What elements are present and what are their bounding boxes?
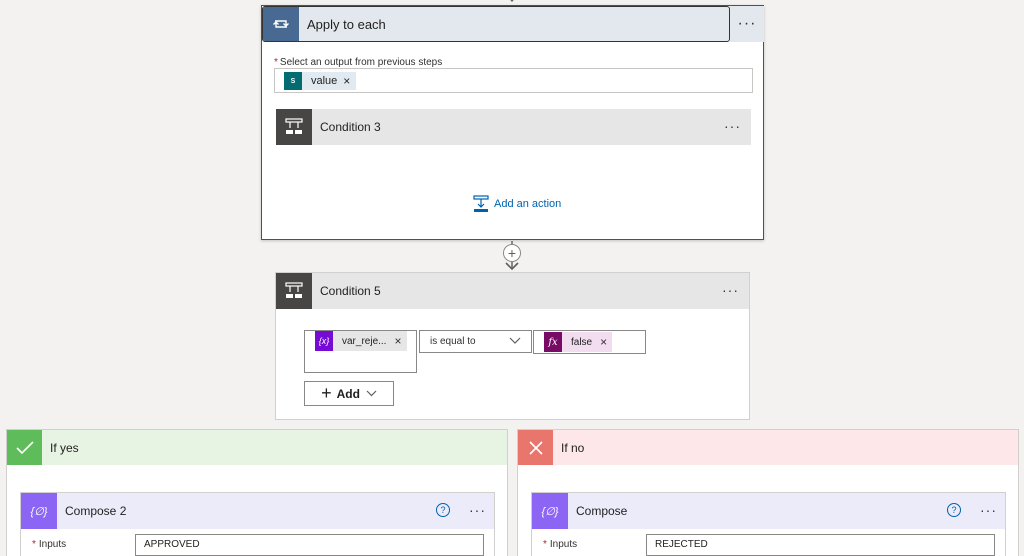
close-icon — [518, 430, 553, 465]
if-yes-title: If yes — [50, 440, 79, 455]
condition-left-operand[interactable]: {x} var_reje... × — [304, 330, 417, 373]
add-an-action-button[interactable]: Add an action — [473, 195, 561, 213]
condition-3-title: Condition 3 — [320, 120, 381, 134]
condition-icon — [276, 109, 312, 145]
apply-to-each-title: Apply to each — [307, 16, 386, 32]
output-token-input[interactable]: S value × — [274, 68, 753, 93]
compose-header[interactable]: {∅} Compose ? ··· — [532, 493, 1005, 529]
chevron-down-icon — [366, 390, 377, 397]
condition-5-more-button[interactable]: ··· — [722, 282, 739, 298]
add-an-action-label: Add an action — [494, 198, 562, 210]
connector-arrow-icon — [505, 262, 519, 271]
variable-icon: {x} — [315, 331, 333, 351]
remove-token-icon[interactable]: × — [600, 335, 607, 349]
remove-token-icon[interactable]: × — [343, 74, 350, 88]
loop-icon — [263, 7, 299, 41]
condition-5-header[interactable]: Condition 5 ··· — [276, 273, 749, 309]
value-token-label: value — [311, 75, 338, 87]
if-no-branch: If no {∅} Compose ? ··· * Inputs REJECTED — [517, 429, 1019, 556]
compose-2-header[interactable]: {∅} Compose 2 ? ··· — [21, 493, 494, 529]
inputs-label: * Inputs — [543, 539, 578, 550]
required-mark: * — [543, 539, 547, 550]
condition-5-title: Condition 5 — [320, 284, 381, 298]
insert-step-button[interactable]: + — [503, 244, 521, 262]
if-yes-header[interactable]: If yes — [7, 430, 507, 465]
compose-icon: {∅} — [532, 493, 568, 529]
variable-token-label: var_reje... — [342, 335, 387, 347]
inputs-field[interactable]: REJECTED — [646, 534, 995, 556]
sharepoint-icon: S — [284, 72, 302, 90]
help-icon[interactable]: ? — [436, 503, 450, 517]
add-action-icon — [473, 195, 489, 212]
condition-3-more-button[interactable]: ··· — [724, 118, 741, 134]
required-mark: * — [274, 57, 278, 68]
chevron-down-icon — [509, 337, 521, 344]
if-yes-branch: If yes {∅} Compose 2 ? ··· * Inputs APPRO… — [6, 429, 508, 556]
compose-icon: {∅} — [21, 493, 57, 529]
variable-token[interactable]: {x} var_reje... × — [315, 331, 407, 351]
output-field-label: * Select an output from previous steps — [274, 57, 443, 68]
operator-value: is equal to — [430, 336, 476, 347]
if-no-title: If no — [561, 440, 585, 455]
help-icon[interactable]: ? — [947, 503, 961, 517]
apply-to-each-header[interactable]: Apply to each — [262, 6, 730, 42]
condition-5-card: Condition 5 ··· {x} var_reje... × is equ… — [275, 272, 750, 420]
apply-to-each-card: Apply to each ··· * Select an output from… — [261, 5, 764, 240]
compose-2-title: Compose 2 — [65, 504, 127, 518]
compose-more-button[interactable]: ··· — [980, 502, 997, 518]
compose-2-card: {∅} Compose 2 ? ··· * Inputs APPROVED — [20, 492, 495, 556]
compose-title: Compose — [576, 504, 628, 518]
operator-dropdown[interactable]: is equal to — [419, 330, 532, 353]
if-no-header[interactable]: If no — [518, 430, 1018, 465]
required-mark: * — [32, 539, 36, 550]
condition-3-card[interactable]: Condition 3 ··· — [276, 109, 751, 145]
incoming-arrow-icon — [510, 0, 514, 2]
expression-token[interactable]: fx false × — [544, 332, 612, 352]
inputs-label: * Inputs — [32, 539, 67, 550]
apply-to-each-more-button[interactable]: ··· — [730, 6, 764, 42]
expression-token-label: false — [571, 336, 593, 348]
compose-card: {∅} Compose ? ··· * Inputs REJECTED — [531, 492, 1006, 556]
condition-right-operand[interactable]: fx false × — [533, 330, 646, 354]
condition-icon — [276, 273, 312, 309]
expression-icon: fx — [544, 332, 562, 352]
compose-2-more-button[interactable]: ··· — [469, 502, 486, 518]
check-icon — [7, 430, 42, 465]
value-token[interactable]: S value × — [284, 72, 357, 90]
add-condition-button[interactable]: + Add — [304, 381, 394, 406]
add-condition-label: Add — [336, 386, 360, 401]
inputs-field[interactable]: APPROVED — [135, 534, 484, 556]
remove-token-icon[interactable]: × — [394, 334, 401, 348]
plus-icon: + — [321, 383, 332, 403]
